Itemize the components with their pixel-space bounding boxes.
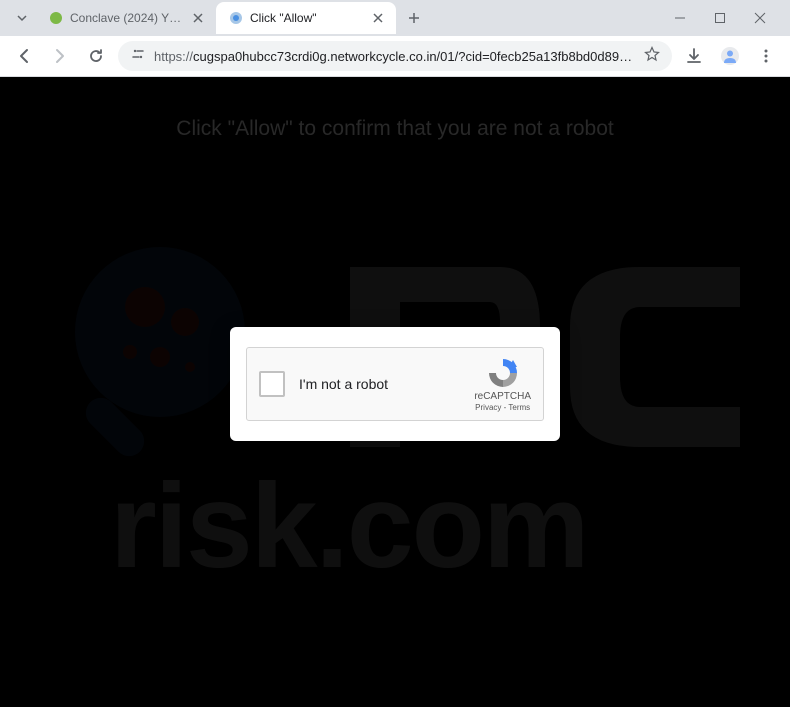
reload-button[interactable] [82, 42, 110, 70]
tab-strip: Conclave (2024) YIFY - Downlo... Click "… [0, 0, 790, 36]
bookmark-star-icon[interactable] [644, 46, 660, 67]
profile-button[interactable] [716, 42, 744, 70]
window-controls [666, 4, 782, 32]
recaptcha-links[interactable]: Privacy - Terms [475, 403, 530, 412]
url-text: https://cugspa0hubcc73crdi0g.networkcycl… [154, 49, 636, 64]
toolbar: https://cugspa0hubcc73crdi0g.networkcycl… [0, 36, 790, 76]
site-settings-icon[interactable] [130, 46, 146, 67]
minimize-button[interactable] [666, 4, 694, 32]
recaptcha-widget: I'm not a robot reCAPTCHA Privacy - Term… [246, 347, 544, 421]
tab-inactive[interactable]: Conclave (2024) YIFY - Downlo... [36, 2, 216, 34]
close-icon[interactable] [370, 10, 386, 26]
forward-button[interactable] [46, 42, 74, 70]
recaptcha-card: I'm not a robot reCAPTCHA Privacy - Term… [230, 327, 560, 441]
new-tab-button[interactable] [400, 4, 428, 32]
tab-title: Click "Allow" [250, 11, 364, 25]
tab-active[interactable]: Click "Allow" [216, 2, 396, 34]
recaptcha-checkbox[interactable] [259, 371, 285, 397]
page-heading: Click "Allow" to confirm that you are no… [176, 117, 613, 141]
downloads-button[interactable] [680, 42, 708, 70]
watermark-text: risk.com [110, 457, 588, 595]
back-button[interactable] [10, 42, 38, 70]
menu-button[interactable] [752, 42, 780, 70]
site-favicon-icon [228, 10, 244, 26]
site-favicon-icon [48, 10, 64, 26]
page-content: risk.com Click "Allow" to confirm that y… [0, 77, 790, 707]
close-icon[interactable] [190, 10, 206, 26]
recaptcha-logo-icon [486, 356, 520, 390]
tab-title: Conclave (2024) YIFY - Downlo... [70, 11, 184, 25]
close-window-button[interactable] [746, 4, 774, 32]
recaptcha-name: reCAPTCHA [474, 391, 531, 402]
maximize-button[interactable] [706, 4, 734, 32]
recaptcha-brand: reCAPTCHA Privacy - Terms [474, 356, 531, 412]
recaptcha-label: I'm not a robot [299, 376, 474, 392]
browser-chrome: Conclave (2024) YIFY - Downlo... Click "… [0, 0, 790, 77]
address-bar[interactable]: https://cugspa0hubcc73crdi0g.networkcycl… [118, 41, 672, 71]
tab-search-button[interactable] [8, 4, 36, 32]
